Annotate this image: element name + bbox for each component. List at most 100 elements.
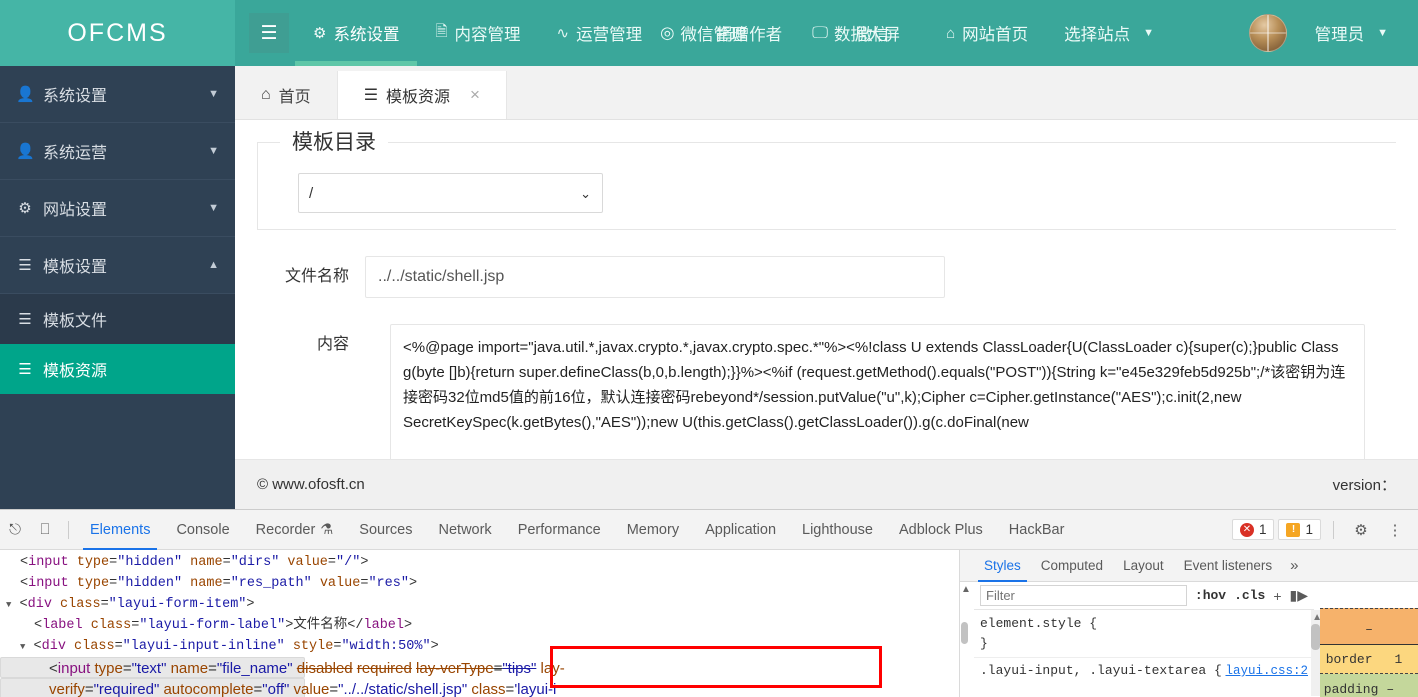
collapse-menu-icon[interactable]: ☰ (249, 13, 289, 53)
dom-tree-line[interactable]: <label class="layui-form-label">文件名称</la… (0, 615, 959, 636)
sidebar-item-label: 网站设置 (43, 202, 108, 219)
devtools-tab-console[interactable]: Console (163, 510, 242, 550)
chevron-down-icon: ▼ (208, 202, 219, 214)
style-rule[interactable]: element.style { } (980, 614, 1308, 654)
fieldset-legend: 模板目录 (280, 126, 388, 156)
styles-filter-input[interactable] (980, 585, 1187, 606)
tab-label: 模板资源 (386, 89, 451, 106)
disclosure-triangle-icon[interactable]: ▼ (20, 642, 25, 652)
devtools-tab-recorder[interactable]: Recorder ⚗ (243, 510, 347, 550)
toolbar-divider (68, 520, 69, 539)
file-name-input[interactable] (365, 256, 945, 298)
dom-tree-line[interactable]: verify="required" autocomplete="off" val… (0, 678, 556, 697)
nav-item-content-management[interactable]: 🗎 内容管理 (417, 0, 538, 66)
wechat-icon: ◎ (660, 24, 675, 42)
overlapping-nav-cluster: ◎ 微信管理 捐赠作者 🖵 数据大屏 微信 (660, 0, 928, 66)
nav-item-donate-author[interactable]: 捐赠作者 (716, 0, 782, 66)
more-tabs-icon[interactable]: » (1282, 557, 1306, 574)
home-icon: ⌂ (946, 24, 956, 42)
sidebar-item-system-operation[interactable]: 👤 系统运营 ▼ (0, 123, 235, 179)
box-model-padding[interactable]: padding – (1320, 674, 1418, 697)
cls-toggle[interactable]: .cls (1234, 588, 1265, 603)
device-toolbar-icon[interactable]: ⎕ (30, 515, 60, 545)
styles-tab-list: Styles Computed Layout Event listeners » (960, 550, 1418, 582)
tab-label: Lighthouse (802, 521, 873, 538)
flask-icon: ⚗ (320, 521, 334, 538)
close-icon[interactable]: × (470, 85, 480, 105)
chevron-down-icon: ▼ (208, 88, 219, 100)
sidebar-item-template-resources[interactable]: ☰ 模板资源 (0, 344, 235, 394)
brand-logo[interactable]: OFCMS (0, 0, 235, 66)
devtools-body: <input type="hidden" name="dirs" value="… (0, 550, 1418, 697)
version-label: version： (1332, 477, 1396, 494)
nav-item-system-settings[interactable]: ⚙ 系统设置 (295, 0, 418, 66)
nav-item-label: 微信 (856, 26, 890, 44)
sidebar-item-site-settings[interactable]: ⚙ 网站设置 ▼ (0, 180, 235, 236)
kebab-menu-icon[interactable]: ⋮ (1380, 515, 1410, 545)
devtools-tab-memory[interactable]: Memory (614, 510, 692, 550)
warning-count-badge[interactable]: ! 1 (1278, 519, 1321, 540)
scrollbar-thumb[interactable] (961, 622, 968, 644)
footer-sidebar-fill (0, 459, 235, 509)
devtools-tab-application[interactable]: Application (692, 510, 789, 550)
tab-home[interactable]: ⌂ 首页 (235, 71, 338, 119)
layers-icon: ☰ (18, 361, 32, 378)
chevron-down-icon: ▼ (208, 145, 219, 157)
styles-rules-scrollbar-thumb[interactable] (1311, 624, 1320, 650)
tab-template-resources[interactable]: ☰ 模板资源 × (337, 71, 507, 119)
directory-select[interactable] (298, 173, 603, 213)
devtools-tab-adblock-plus[interactable]: Adblock Plus (886, 510, 996, 550)
style-rule-source[interactable]: layui.css:2 (1225, 661, 1308, 681)
style-rule[interactable]: layui.css:2 .layui-input, .layui-textare… (980, 661, 1308, 681)
dom-tree-line[interactable]: ▼ <div class="layui-input-inline" style=… (0, 636, 959, 657)
devtools-tab-lighthouse[interactable]: Lighthouse (789, 510, 886, 550)
dom-tree-line[interactable]: <input type="hidden" name="dirs" value="… (0, 552, 959, 573)
top-nav-list: ⚙ 系统设置 🗎 内容管理 ∿ 运营管理 ◎ 微信管理 捐赠作者 🖵 数据大屏 … (295, 0, 1418, 66)
document-icon: 🗎 (435, 22, 448, 40)
new-style-rule-icon[interactable]: + (1273, 588, 1281, 604)
disclosure-triangle-icon[interactable]: ▼ (6, 600, 11, 610)
dom-tree-pane[interactable]: <input type="hidden" name="dirs" value="… (0, 550, 960, 697)
hov-toggle[interactable]: :hov (1195, 588, 1226, 603)
nav-item-operation-management[interactable]: ∿ 运营管理 (539, 0, 661, 66)
page-footer: © www.ofosft.cn version： (235, 459, 1418, 509)
warning-count: 1 (1305, 522, 1313, 537)
devtools-tab-elements[interactable]: Elements (77, 510, 163, 550)
devtools-tab-network[interactable]: Network (426, 510, 505, 550)
scroll-up-arrow-icon[interactable]: ▲ (961, 584, 971, 595)
styles-tab-event-listeners[interactable]: Event listeners (1174, 550, 1283, 582)
avatar[interactable] (1248, 14, 1287, 52)
content-textarea[interactable]: <%@page import="java.util.*,javax.crypto… (390, 324, 1365, 464)
box-model-border[interactable]: border 1 (1320, 644, 1418, 674)
toggle-sidebar-icon[interactable]: ▮▶ (1290, 587, 1308, 604)
nav-item-user-menu[interactable]: 管理员 ▼ (1299, 0, 1404, 66)
styles-rules-list: element.style { } layui.css:2 .layui-inp… (974, 610, 1314, 685)
sidebar-item-template-settings[interactable]: ☰ 模板设置 ▲ (0, 237, 235, 293)
sidebar-item-template-files[interactable]: ☰ 模板文件 (0, 294, 235, 344)
nav-item-wechat[interactable]: 微信 (856, 0, 889, 66)
style-rule-close: } (980, 636, 988, 651)
nav-item-site-home[interactable]: ⌂ 网站首页 (928, 0, 1046, 66)
styles-tab-computed[interactable]: Computed (1031, 550, 1113, 582)
layers-icon: ☰ (18, 311, 32, 328)
box-model-diagram: – border 1 padding – (1320, 582, 1418, 697)
nav-item-select-site[interactable]: 选择站点 ▼ (1046, 0, 1172, 66)
nav-item-label: 系统设置 (333, 26, 400, 44)
dom-tree-line[interactable]: ▼ <div class="layui-form-item"> (0, 594, 959, 615)
dom-tree-line[interactable]: <input type="hidden" name="res_path" val… (0, 573, 959, 594)
brand-logo-text: OFCMS (67, 18, 168, 47)
devtools-tab-hackbar[interactable]: HackBar (996, 510, 1078, 550)
styles-tab-styles[interactable]: Styles (974, 550, 1031, 582)
styles-tab-layout[interactable]: Layout (1113, 550, 1174, 582)
sidebar-item-system-settings[interactable]: 👤 系统设置 ▼ (0, 66, 235, 122)
gear-icon[interactable]: ⚙ (1346, 515, 1376, 545)
error-icon: ✕ (1239, 522, 1254, 537)
devtools-tab-performance[interactable]: Performance (505, 510, 614, 550)
dom-tree-line[interactable]: <input type="text" name="file_name" disa… (0, 657, 565, 678)
inspect-element-icon[interactable]: ⎋ (0, 515, 30, 545)
error-count-badge[interactable]: ✕ 1 (1231, 519, 1275, 540)
styles-filter-bar: :hov .cls + ▮▶ (974, 582, 1314, 610)
box-model-padding-label: padding (1323, 681, 1379, 697)
devtools-tab-sources[interactable]: Sources (346, 510, 425, 550)
styles-vertical-scrollbar[interactable]: ▲ (960, 582, 971, 697)
